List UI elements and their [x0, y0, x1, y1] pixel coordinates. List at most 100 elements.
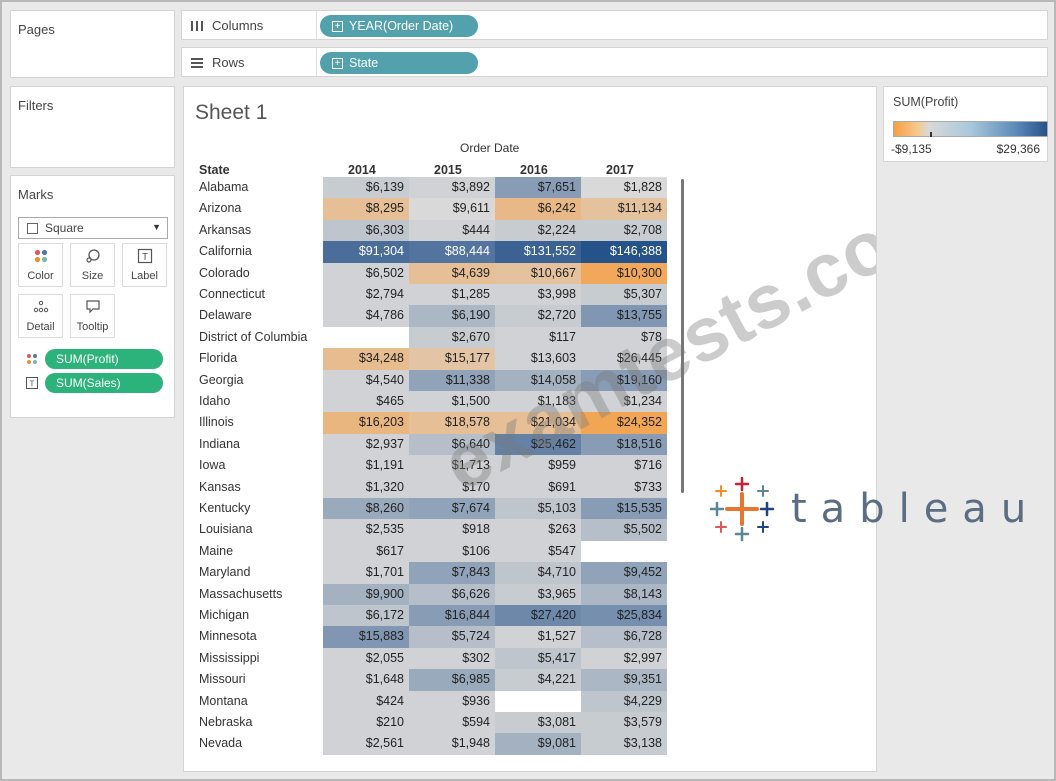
- sales-cell[interactable]: $936: [409, 690, 495, 712]
- state-row-header[interactable]: Nevada: [195, 733, 323, 754]
- sales-cell[interactable]: $25,462: [495, 433, 581, 456]
- year-header-2016[interactable]: 2016: [520, 163, 548, 177]
- tooltip-button[interactable]: Tooltip: [70, 294, 115, 338]
- sales-cell[interactable]: $18,516: [581, 433, 667, 456]
- columns-shelf[interactable]: Columns + YEAR(Order Date): [181, 10, 1048, 40]
- sales-cell[interactable]: $10,300: [581, 262, 667, 284]
- sales-cell[interactable]: $1,527: [495, 626, 581, 648]
- sales-cell[interactable]: $3,579: [581, 712, 667, 734]
- sales-cell[interactable]: $16,844: [409, 605, 495, 627]
- sales-cell[interactable]: $6,502: [323, 262, 409, 284]
- sales-cell[interactable]: [581, 540, 667, 563]
- state-row-header[interactable]: Florida: [195, 348, 323, 369]
- sales-cell[interactable]: $2,937: [323, 433, 409, 456]
- sales-cell[interactable]: $1,828: [581, 177, 667, 199]
- sales-label-pill[interactable]: SUM(Sales): [45, 373, 163, 393]
- sales-cell[interactable]: $733: [581, 476, 667, 498]
- sales-cell[interactable]: $3,998: [495, 284, 581, 306]
- sales-cell[interactable]: $5,724: [409, 626, 495, 648]
- sales-cell[interactable]: $2,670: [409, 326, 495, 349]
- sales-cell[interactable]: $4,229: [581, 690, 667, 712]
- state-row-header[interactable]: Massachusetts: [195, 584, 323, 605]
- sales-cell[interactable]: $210: [323, 712, 409, 734]
- sales-cell[interactable]: $959: [495, 455, 581, 477]
- state-row-header[interactable]: Kansas: [195, 477, 323, 498]
- sales-cell[interactable]: $7,651: [495, 177, 581, 199]
- sales-cell[interactable]: $594: [409, 712, 495, 734]
- sales-cell[interactable]: $691: [495, 476, 581, 498]
- state-row-header[interactable]: Kentucky: [195, 498, 323, 519]
- sales-cell[interactable]: $6,728: [581, 626, 667, 648]
- sales-cell[interactable]: $302: [409, 647, 495, 670]
- sales-cell[interactable]: $9,081: [495, 733, 581, 755]
- state-row-header[interactable]: Alabama: [195, 177, 323, 198]
- sales-cell[interactable]: $9,351: [581, 669, 667, 691]
- sales-cell[interactable]: $2,535: [323, 519, 409, 541]
- state-row-header[interactable]: Nebraska: [195, 712, 323, 733]
- sales-cell[interactable]: $424: [323, 690, 409, 712]
- sales-cell[interactable]: $6,640: [409, 433, 495, 456]
- sales-cell[interactable]: $918: [409, 519, 495, 541]
- state-row-header[interactable]: Louisiana: [195, 519, 323, 540]
- sales-cell[interactable]: $1,948: [409, 733, 495, 755]
- sales-cell[interactable]: $1,183: [495, 391, 581, 413]
- rows-shelf[interactable]: Rows + State: [181, 47, 1048, 77]
- sales-cell[interactable]: $24,352: [581, 412, 667, 434]
- sales-cell[interactable]: $6,190: [409, 305, 495, 327]
- sales-cell[interactable]: $14,058: [495, 369, 581, 391]
- sales-cell[interactable]: $3,081: [495, 712, 581, 734]
- sales-cell[interactable]: $1,500: [409, 391, 495, 413]
- sales-cell[interactable]: $117: [495, 326, 581, 349]
- sales-cell[interactable]: $11,134: [581, 198, 667, 220]
- sales-cell[interactable]: $6,985: [409, 669, 495, 691]
- sales-cell[interactable]: $13,603: [495, 348, 581, 370]
- sales-cell[interactable]: $6,303: [323, 219, 409, 242]
- sales-cell[interactable]: $547: [495, 540, 581, 563]
- sales-cell[interactable]: $263: [495, 519, 581, 541]
- sales-cell[interactable]: $9,611: [409, 198, 495, 220]
- sales-cell[interactable]: $16,203: [323, 412, 409, 434]
- sales-cell[interactable]: $2,720: [495, 305, 581, 327]
- sales-cell[interactable]: $4,710: [495, 562, 581, 584]
- sales-cell[interactable]: $7,843: [409, 562, 495, 584]
- sales-cell[interactable]: $1,285: [409, 284, 495, 306]
- sales-cell[interactable]: $88,444: [409, 241, 495, 263]
- sales-cell[interactable]: $2,224: [495, 219, 581, 242]
- sales-cell[interactable]: $27,420: [495, 605, 581, 627]
- sales-cell[interactable]: $8,260: [323, 498, 409, 520]
- sales-cell[interactable]: $7,674: [409, 498, 495, 520]
- sales-cell[interactable]: [323, 326, 409, 349]
- sales-cell[interactable]: $4,540: [323, 369, 409, 391]
- state-pill[interactable]: + State: [320, 52, 478, 74]
- sales-cell[interactable]: $6,242: [495, 198, 581, 220]
- profit-color-legend[interactable]: SUM(Profit) -$9,135 $29,366: [883, 86, 1048, 162]
- state-row-header[interactable]: District of Columbia: [195, 327, 323, 348]
- sales-cell[interactable]: $15,177: [409, 348, 495, 370]
- sales-cell[interactable]: $1,320: [323, 476, 409, 498]
- year-header-2017[interactable]: 2017: [606, 163, 634, 177]
- sales-cell[interactable]: $465: [323, 391, 409, 413]
- sales-cell[interactable]: $10,667: [495, 262, 581, 284]
- sales-cell[interactable]: $34,248: [323, 348, 409, 370]
- sales-cell[interactable]: $2,055: [323, 647, 409, 670]
- sales-cell[interactable]: $5,417: [495, 647, 581, 670]
- sales-cell[interactable]: $2,708: [581, 219, 667, 242]
- state-row-header[interactable]: Maryland: [195, 562, 323, 583]
- sales-cell[interactable]: $11,338: [409, 369, 495, 391]
- sales-cell[interactable]: $4,786: [323, 305, 409, 327]
- sales-cell[interactable]: $3,138: [581, 733, 667, 755]
- sales-cell[interactable]: $21,034: [495, 412, 581, 434]
- sales-cell[interactable]: $3,965: [495, 583, 581, 605]
- size-button[interactable]: Size: [70, 243, 115, 287]
- sales-cell[interactable]: $5,103: [495, 498, 581, 520]
- sales-cell[interactable]: $1,701: [323, 562, 409, 584]
- pages-card[interactable]: Pages: [10, 10, 175, 78]
- state-row-header[interactable]: Michigan: [195, 605, 323, 626]
- profit-color-pill[interactable]: SUM(Profit): [45, 349, 163, 369]
- sales-cell[interactable]: $91,304: [323, 241, 409, 263]
- sales-cell[interactable]: $8,295: [323, 198, 409, 220]
- year-header-2015[interactable]: 2015: [434, 163, 462, 177]
- sales-cell[interactable]: $15,535: [581, 498, 667, 520]
- sales-cell[interactable]: $8,143: [581, 583, 667, 605]
- state-row-header[interactable]: Idaho: [195, 391, 323, 412]
